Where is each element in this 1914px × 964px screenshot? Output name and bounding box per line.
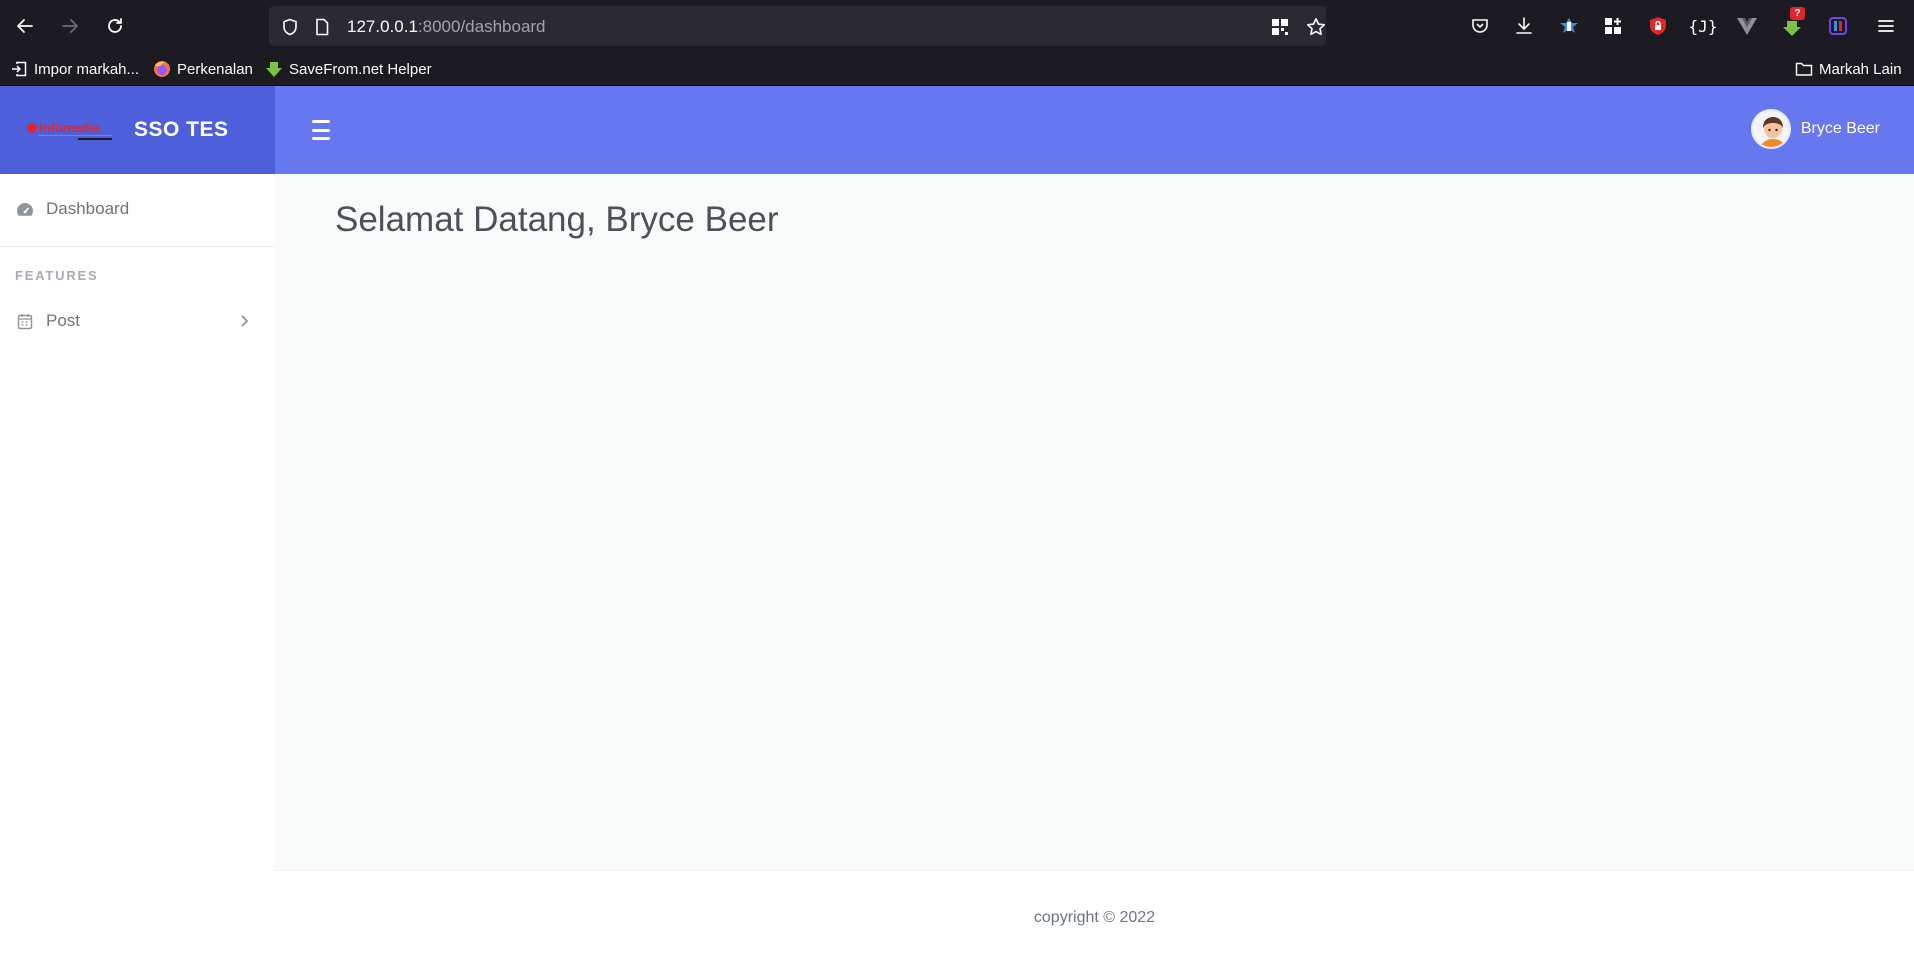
sidebar-item-label: Dashboard [46,199,130,218]
hamburger-line [312,120,330,123]
bookmark-star-icon[interactable] [1305,16,1327,38]
bookmark-label: Perkenalan [177,60,253,78]
extension-badge: ? [1790,7,1805,20]
page-icon[interactable] [311,16,333,38]
adblock-shield-icon[interactable] [1645,13,1671,39]
url-path: :8000/dashboard [417,17,546,36]
download-arrow-icon [265,60,283,78]
logo-text: Infomedia [39,120,101,135]
user-name: Bryce Beer [1800,120,1880,137]
page-title: Selamat Datang, Bryce Beer [335,200,779,239]
firefox-icon [153,60,171,78]
url-text[interactable]: 127.0.0.1:8000/dashboard [347,17,546,37]
sidebar-brand[interactable]: Infomedia SSO TES [0,86,275,174]
app-menu-icon[interactable] [1873,13,1899,39]
sidebar-item-post[interactable]: Post [0,299,275,343]
infomedia-logo: Infomedia [27,120,112,140]
app-name: SSO TES [134,118,229,141]
multicolor-extension-icon[interactable] [1825,13,1851,39]
sidebar-divider [0,246,275,247]
sidebar-toggle-button[interactable] [309,118,333,142]
user-dropdown[interactable]: Bryce Beer [1750,108,1880,150]
sidebar-item-label: Post [46,311,81,330]
main-content: Selamat Datang, Bryce Beer [275,174,1914,870]
vue-devtools-icon[interactable] [1734,13,1760,39]
other-bookmarks[interactable]: Markah Lain [1795,58,1902,80]
avatar [1750,109,1791,149]
downloads-icon[interactable] [1511,13,1537,39]
url-host: 127.0.0.1 [347,17,418,36]
pocket-icon[interactable] [1467,13,1493,39]
copyright-text: copyright © 2022 [1033,909,1156,926]
apps-grid-icon[interactable] [1600,13,1626,39]
folder-icon [1795,60,1813,78]
savefrom-download-icon[interactable]: ? [1779,7,1805,39]
hamburger-line [312,137,330,140]
reload-icon [108,18,122,33]
forward-arrow-icon [62,19,78,33]
top-navbar: Bryce Beer [275,86,1914,174]
shield-icon[interactable] [279,16,301,38]
import-icon [10,60,28,78]
bookmark-label: SaveFrom.net Helper [289,60,432,78]
menu-section-header: FEATURES [15,268,99,283]
json-viewer-icon[interactable]: {J} [1689,13,1718,39]
address-bar[interactable]: 127.0.0.1:8000/dashboard [269,6,1326,46]
bookmark-import[interactable]: Impor markah... [10,58,139,80]
footer: copyright © 2022 [275,870,1914,964]
bookmark-perkenalan[interactable]: Perkenalan [153,58,253,80]
qr-code-icon[interactable] [1269,16,1291,38]
back-button[interactable] [10,11,40,41]
hamburger-line [312,128,330,132]
sidebar-item-dashboard[interactable]: Dashboard [0,187,275,231]
other-bookmarks-label: Markah Lain [1819,60,1902,78]
chevron-right-icon [239,314,251,328]
forward-button[interactable] [55,11,85,41]
bookmark-label: Impor markah... [34,60,140,78]
dashboard-gauge-icon [16,200,34,218]
calendar-icon [16,312,34,330]
extension-blue-icon[interactable] [1556,13,1582,39]
sidebar: Dashboard FEATURES Post [0,174,275,964]
browser-toolbar: 127.0.0.1:8000/dashboard {J} ? [0,0,1914,52]
bookmarks-toolbar: Impor markah... Perkenalan SaveFrom.net … [0,52,1914,86]
reload-button[interactable] [100,11,130,41]
bookmark-savefrom[interactable]: SaveFrom.net Helper [265,58,432,80]
back-arrow-icon [17,19,33,33]
